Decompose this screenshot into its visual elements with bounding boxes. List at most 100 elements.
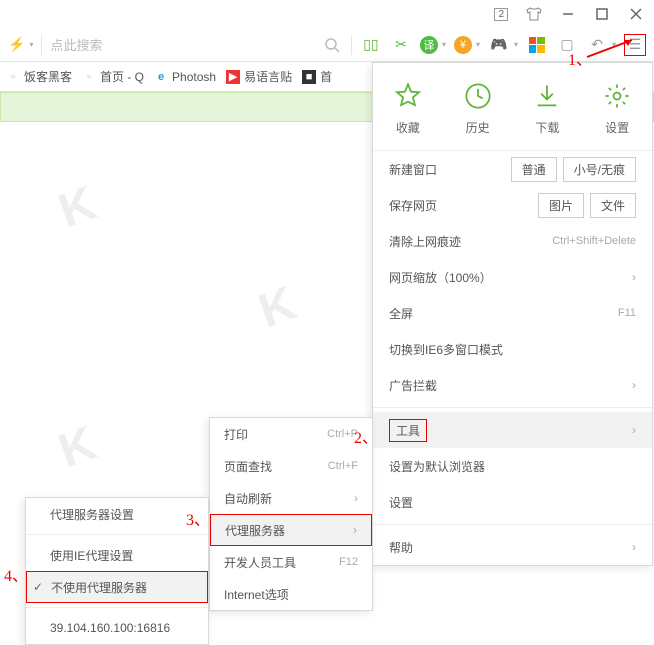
label: 打印 <box>224 426 327 443</box>
menu-default-browser[interactable]: 设置为默认浏览器 <box>373 448 652 484</box>
menu-favorites[interactable]: 收藏 <box>393 81 423 136</box>
chevron-right-icon: › <box>632 270 636 284</box>
label: 设置 <box>605 119 629 136</box>
menu-fullscreen[interactable]: 全屏 F11 <box>373 295 652 331</box>
hamburger-menu-icon[interactable]: ☰ <box>624 34 646 56</box>
menu-adblock[interactable]: 广告拦截 › <box>373 367 652 403</box>
page-icon: ▫ <box>82 70 96 84</box>
caret-icon[interactable]: ▾ <box>612 40 616 49</box>
mode-caret-icon[interactable]: ▾ <box>29 40 33 49</box>
shirt-icon[interactable] <box>526 6 542 22</box>
menu-new-window[interactable]: 新建窗口 普通 小号/无痕 <box>373 151 652 187</box>
tab-count-badge: 2 <box>494 8 508 21</box>
save-image-button[interactable]: 图片 <box>538 193 584 218</box>
tab[interactable]: ■首 <box>302 68 332 85</box>
search-input[interactable]: 点此搜索 <box>50 35 210 54</box>
label: 不使用代理服务器 <box>51 579 193 596</box>
submenu-devtools[interactable]: 开发人员工具 F12 <box>210 546 372 578</box>
menu-settings[interactable]: 设置 <box>602 81 632 136</box>
chevron-right-icon: › <box>354 491 358 505</box>
maximize-icon[interactable] <box>594 6 610 22</box>
label: 自动刷新 <box>224 490 354 507</box>
check-icon: ✓ <box>33 580 47 594</box>
label: 切换到IE6多窗口模式 <box>389 341 636 358</box>
submenu-find[interactable]: 页面查找 Ctrl+F <box>210 450 372 482</box>
label: 下载 <box>535 119 559 136</box>
menu-tools[interactable]: 工具 › <box>373 412 652 448</box>
menu-clear-trace[interactable]: 清除上网痕迹 Ctrl+Shift+Delete <box>373 223 652 259</box>
shortcut: F12 <box>339 556 358 568</box>
new-private-button[interactable]: 小号/无痕 <box>563 157 636 182</box>
submenu-internet-options[interactable]: Internet选项 <box>210 578 372 610</box>
lightning-icon[interactable]: ⚡ <box>8 36 25 53</box>
proxy-use-ie-item[interactable]: 使用IE代理设置 <box>26 539 208 571</box>
tab[interactable]: ▫ 饭客黑客 <box>6 68 72 85</box>
divider <box>373 407 652 408</box>
book-icon[interactable]: ▯▯ <box>360 34 382 56</box>
tab[interactable]: e Photosh <box>154 70 216 84</box>
gamepad-icon[interactable]: 🎮 <box>488 34 510 56</box>
play-icon: ▶ <box>226 70 240 84</box>
proxy-none-item[interactable]: ✓ 不使用代理服务器 <box>26 571 208 603</box>
search-icon[interactable] <box>321 34 343 56</box>
label: 代理服务器设置 <box>50 506 194 523</box>
shortcut: Ctrl+P <box>327 428 358 440</box>
scissors-icon[interactable]: ✂ <box>390 34 412 56</box>
label: 历史 <box>466 119 490 136</box>
device-icon[interactable]: ▢ <box>556 34 578 56</box>
ps-icon: e <box>154 70 168 84</box>
page-icon: ▫ <box>6 70 20 84</box>
submenu-autorefresh[interactable]: 自动刷新 › <box>210 482 372 514</box>
clock-icon <box>463 81 493 111</box>
download-icon <box>532 81 562 111</box>
translate-icon[interactable]: 译 <box>420 36 438 54</box>
caret-icon[interactable]: ▾ <box>476 40 480 49</box>
chevron-right-icon: › <box>353 523 357 537</box>
menu-downloads[interactable]: 下载 <box>532 81 562 136</box>
gear-icon <box>602 81 632 111</box>
main-menu: 收藏 历史 下载 设置 新建窗口 普通 小号/无痕 保存网页 图片 文件 清除上… <box>372 62 653 566</box>
caret-icon[interactable]: ▾ <box>442 40 446 49</box>
wallet-icon[interactable]: ¥ <box>454 36 472 54</box>
label: 保存网页 <box>389 197 538 214</box>
save-file-button[interactable]: 文件 <box>590 193 636 218</box>
site-icon: ■ <box>302 70 316 84</box>
minimize-icon[interactable] <box>560 6 576 22</box>
new-normal-button[interactable]: 普通 <box>511 157 557 182</box>
tab[interactable]: ▫ 首页 - Q <box>82 68 144 85</box>
star-icon <box>393 81 423 111</box>
submenu-proxy[interactable]: 代理服务器 › <box>210 514 372 546</box>
label: 清除上网痕迹 <box>389 233 552 250</box>
label: 收藏 <box>396 119 420 136</box>
menu-settings-row[interactable]: 设置 <box>373 484 652 520</box>
submenu-print[interactable]: 打印 Ctrl+P <box>210 418 372 450</box>
tab-label: 首 <box>320 68 332 85</box>
tab-label: 首页 - Q <box>100 68 144 85</box>
close-icon[interactable] <box>628 6 644 22</box>
apps-icon[interactable] <box>526 34 548 56</box>
proxy-settings-item[interactable]: 代理服务器设置 <box>26 498 208 530</box>
label: 设置 <box>389 494 636 511</box>
tab-label: Photosh <box>172 70 216 84</box>
menu-save-page[interactable]: 保存网页 图片 文件 <box>373 187 652 223</box>
label: 使用IE代理设置 <box>50 547 194 564</box>
chevron-right-icon: › <box>632 423 636 437</box>
proxy-address-item[interactable]: 39.104.160.100:16816 <box>26 612 208 644</box>
tab-label: 饭客黑客 <box>24 68 72 85</box>
shortcut: F11 <box>618 307 636 319</box>
label: 设置为默认浏览器 <box>389 458 636 475</box>
tab-label: 易语言贴 <box>244 68 292 85</box>
label: 帮助 <box>389 539 632 556</box>
label: 工具 <box>389 419 427 442</box>
menu-ie6-mode[interactable]: 切换到IE6多窗口模式 <box>373 331 652 367</box>
divider <box>26 534 208 535</box>
menu-help[interactable]: 帮助 › <box>373 529 652 565</box>
label: 网页缩放（100%） <box>389 269 632 286</box>
undo-icon[interactable]: ↶ <box>586 34 608 56</box>
separator <box>41 35 42 55</box>
menu-history[interactable]: 历史 <box>463 81 493 136</box>
caret-icon[interactable]: ▾ <box>514 40 518 49</box>
tab[interactable]: ▶ 易语言贴 <box>226 68 292 85</box>
chevron-right-icon: › <box>632 540 636 554</box>
menu-zoom[interactable]: 网页缩放（100%） › <box>373 259 652 295</box>
